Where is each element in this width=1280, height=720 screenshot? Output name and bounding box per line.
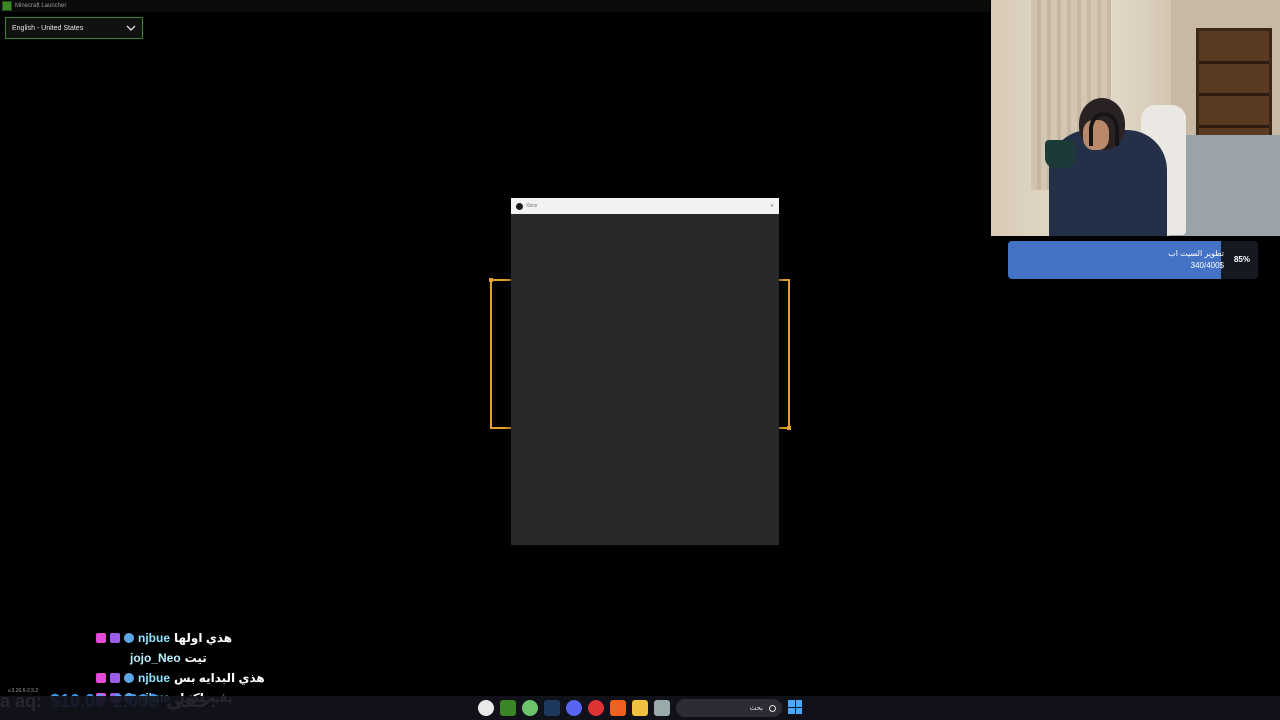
language-select[interactable]: English - United States bbox=[5, 17, 143, 39]
xbox-login-dialog[interactable]: Xbox × bbox=[511, 198, 779, 545]
search-placeholder: بحث bbox=[749, 705, 763, 712]
heart-badge-icon bbox=[96, 633, 106, 643]
window-title: Minecraft Launcher bbox=[15, 3, 67, 9]
webcam-overlay bbox=[991, 0, 1280, 236]
chat-username: njbue bbox=[138, 631, 170, 645]
dialog-header: Xbox × bbox=[511, 198, 779, 214]
chat-username: jojo_Neo bbox=[130, 651, 181, 665]
goal-percent: 85% bbox=[1233, 255, 1250, 264]
sub-badge-icon bbox=[110, 673, 120, 683]
chat-message: njbue هذي اولها bbox=[96, 628, 376, 648]
close-icon[interactable]: × bbox=[770, 203, 774, 210]
sub-badge-icon bbox=[110, 633, 120, 643]
headphones-icon bbox=[1089, 112, 1119, 146]
chrome-icon[interactable] bbox=[588, 700, 604, 716]
chat-message: jojo_Neo تيت bbox=[96, 648, 376, 668]
chat-text: هذي اولها bbox=[174, 631, 233, 645]
minecraft-icon bbox=[2, 1, 12, 11]
chevron-down-icon bbox=[126, 25, 136, 31]
dialog-title: Xbox bbox=[526, 203, 538, 209]
steam-icon[interactable] bbox=[544, 700, 560, 716]
title-bar: Minecraft Launcher bbox=[0, 0, 990, 12]
chat-message: njbue هذي البدايه بس bbox=[96, 668, 376, 688]
chat-text: تيت bbox=[184, 651, 207, 665]
folder-icon[interactable] bbox=[632, 700, 648, 716]
bed bbox=[1170, 135, 1280, 236]
search-input[interactable]: بحث bbox=[676, 699, 782, 717]
taskbar: بحث bbox=[0, 696, 1280, 720]
chat-text: هذي البدايه بس bbox=[174, 671, 265, 685]
obs-icon[interactable] bbox=[478, 700, 494, 716]
mod-badge-icon bbox=[124, 673, 134, 683]
language-select-value: English - United States bbox=[12, 24, 84, 32]
start-button[interactable] bbox=[788, 700, 802, 714]
goal-title: تطوير السيت اب bbox=[1168, 249, 1224, 258]
chat-username: njbue bbox=[138, 671, 170, 685]
mod-badge-icon bbox=[124, 633, 134, 643]
goal-amount: 340/400$ bbox=[1190, 261, 1224, 270]
search-icon bbox=[769, 704, 776, 712]
window-icon[interactable] bbox=[654, 700, 670, 716]
donation-goal: تطوير السيت اب 340/400$ 85% bbox=[1008, 241, 1258, 279]
heart-badge-icon bbox=[96, 673, 106, 683]
discord-icon[interactable] bbox=[566, 700, 582, 716]
xbox-icon bbox=[516, 202, 523, 210]
xbox-icon[interactable] bbox=[522, 700, 538, 716]
goal-progress-fill bbox=[1008, 241, 1221, 279]
minecraft-icon[interactable] bbox=[500, 700, 516, 716]
cup bbox=[1045, 140, 1075, 168]
brave-icon[interactable] bbox=[610, 700, 626, 716]
